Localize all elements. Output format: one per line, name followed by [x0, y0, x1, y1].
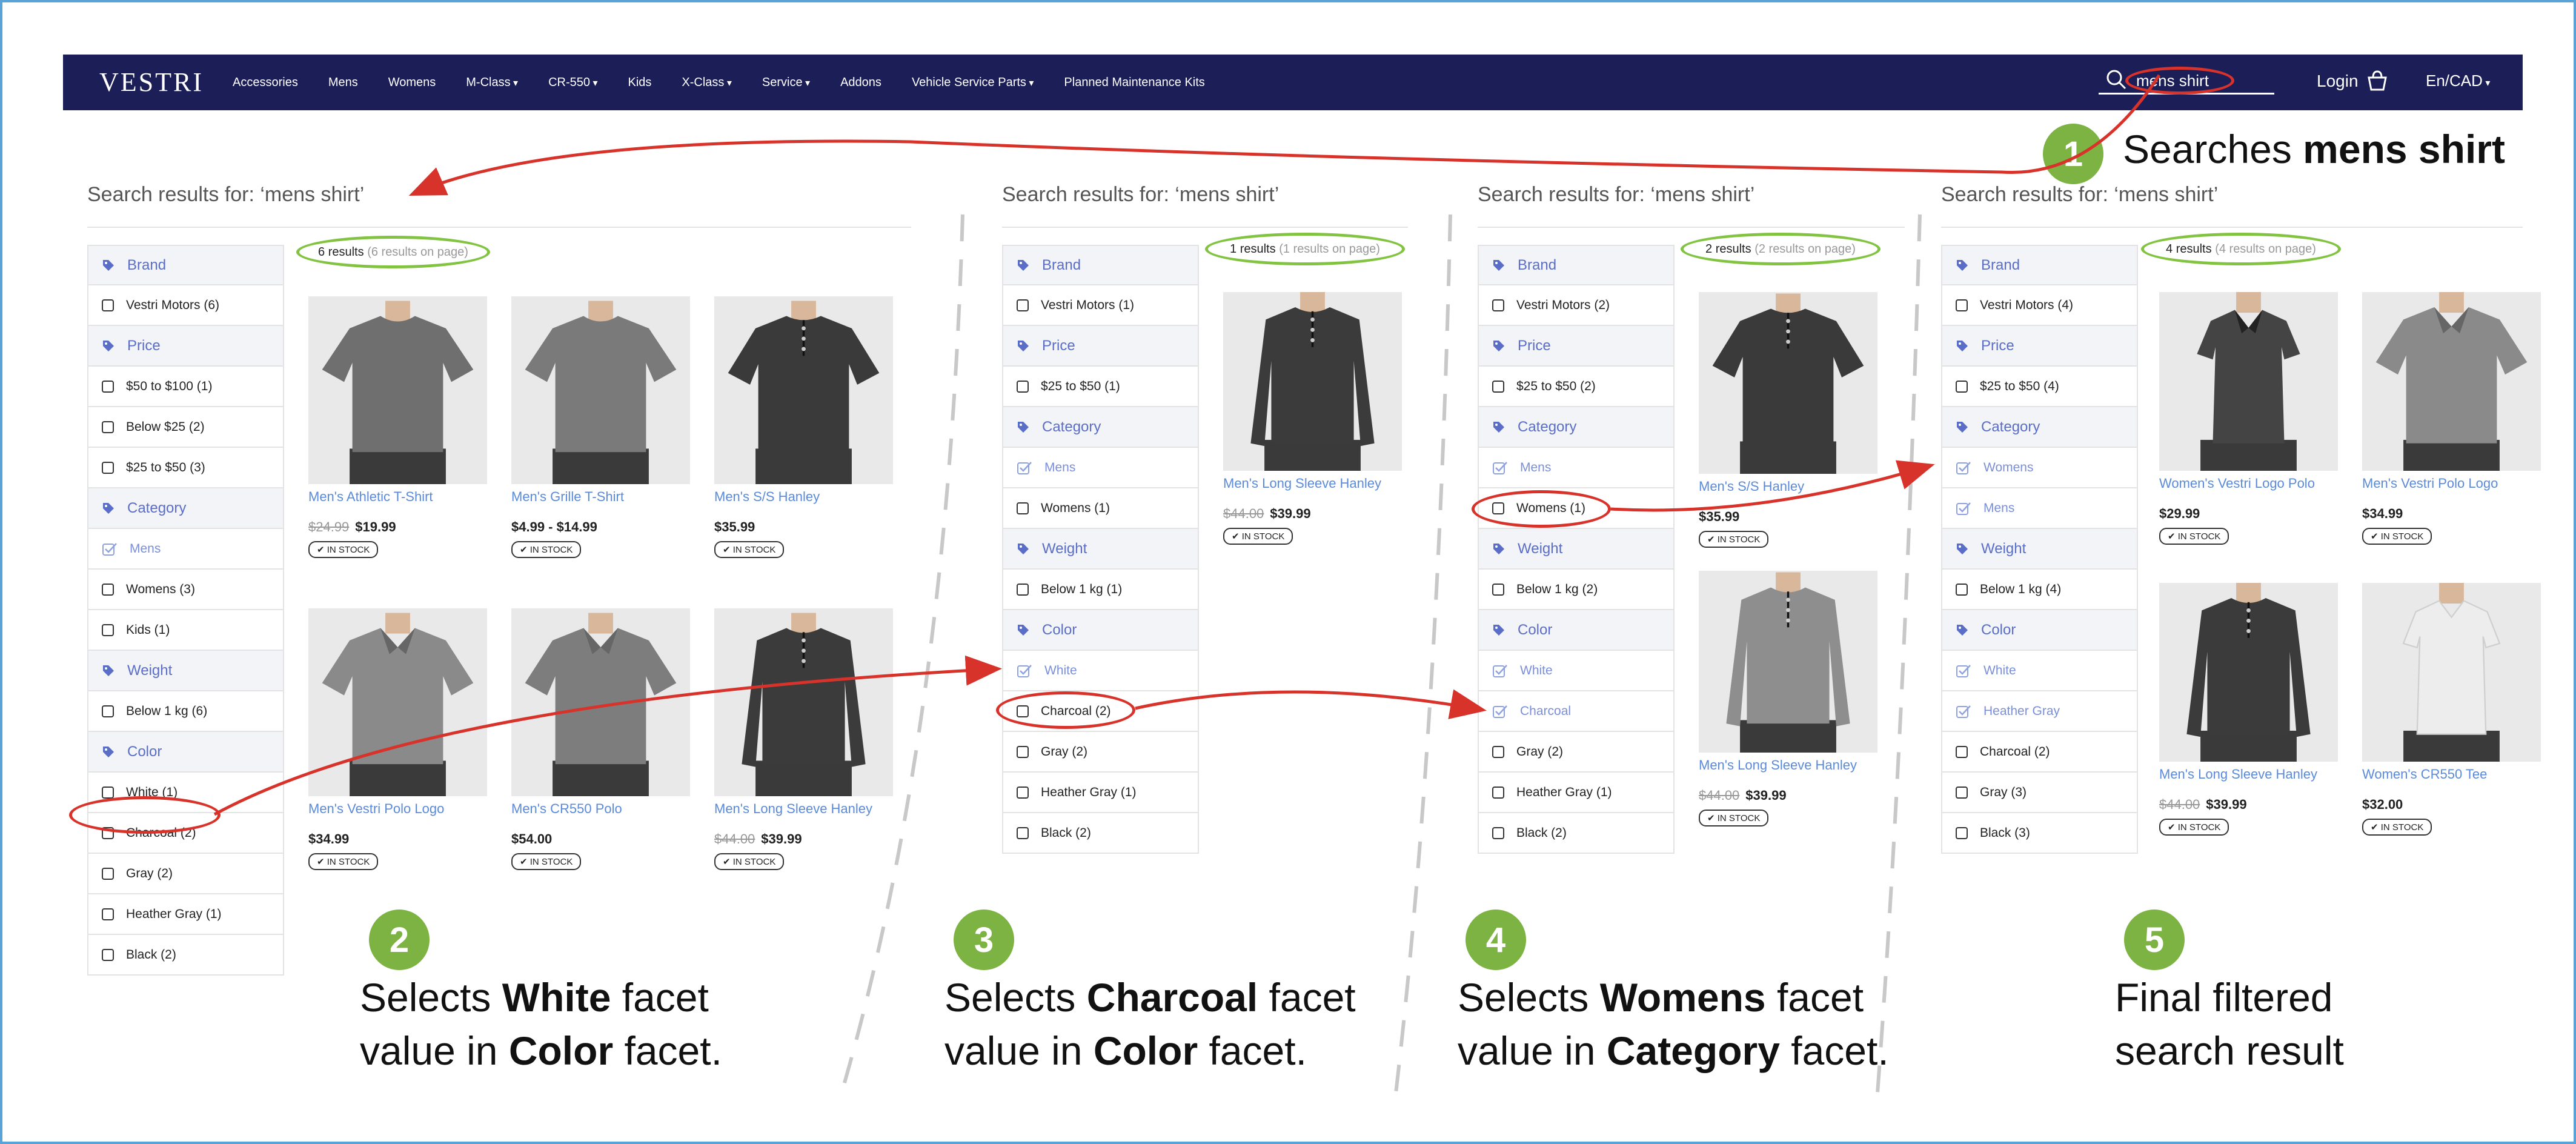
white-facet-circle — [69, 796, 221, 834]
charcoal-facet-circle — [996, 691, 1135, 729]
annotated-screenshot: VESTRI AccessoriesMensWomensM-ClassCR-55… — [0, 0, 2576, 1144]
annotation-arrows — [213, 74, 2161, 816]
womens-facet-circle — [1472, 490, 1611, 528]
